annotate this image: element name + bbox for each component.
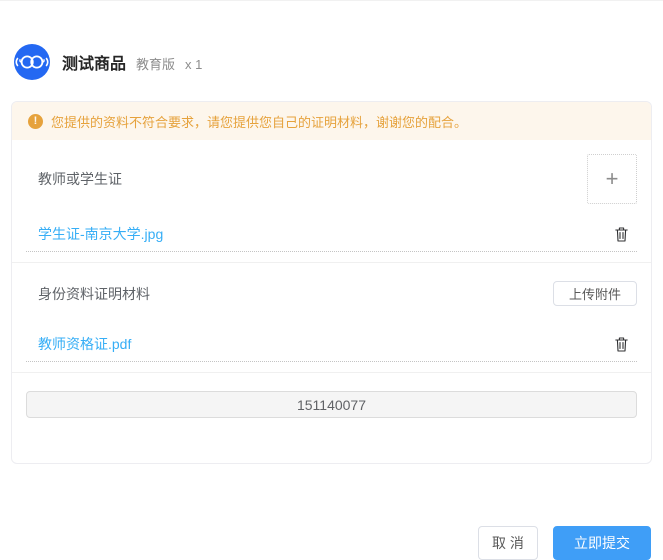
upload-row: 教师或学生证 + bbox=[26, 140, 637, 214]
exclamation-circle-icon: ! bbox=[28, 113, 43, 129]
upload-attachment-button[interactable]: 上传附件 bbox=[552, 281, 637, 306]
section-account-number bbox=[12, 373, 651, 463]
trash-icon bbox=[615, 336, 628, 352]
delete-file-button[interactable] bbox=[611, 335, 632, 354]
file-row: 学生证-南京大学.jpg bbox=[26, 214, 637, 252]
product-quantity: x 1 bbox=[185, 57, 203, 72]
product-title: 测试商品 bbox=[62, 56, 127, 73]
footer-actions: 取 消 立即提交 bbox=[0, 526, 663, 560]
upload-row: 身份资料证明材料 上传附件 bbox=[26, 263, 637, 324]
product-edition: 教育版 bbox=[136, 57, 176, 72]
warning-alert: ! 您提供的资料不符合要求，请您提供您自己的证明材料，谢谢您的配合。 bbox=[12, 102, 651, 140]
product-header: 测试商品 教育版 x 1 bbox=[13, 43, 649, 81]
submit-button[interactable]: 立即提交 bbox=[553, 526, 651, 560]
field-label-teacher-student-id: 教师或学生证 bbox=[38, 171, 122, 187]
plus-icon: + bbox=[605, 166, 619, 191]
delete-file-button[interactable] bbox=[611, 225, 632, 244]
file-link-student-id[interactable]: 学生证-南京大学.jpg bbox=[26, 224, 163, 244]
app-logo-icon bbox=[14, 44, 50, 80]
add-file-button[interactable]: + bbox=[587, 154, 637, 204]
account-number-input[interactable] bbox=[26, 391, 637, 418]
section-identity-proof: 身份资料证明材料 上传附件 教师资格证.pdf bbox=[12, 263, 651, 373]
field-label-identity-proof: 身份资料证明材料 bbox=[38, 285, 150, 302]
file-link-teacher-cert[interactable]: 教师资格证.pdf bbox=[26, 334, 131, 354]
order-detail-card: ! 您提供的资料不符合要求，请您提供您自己的证明材料，谢谢您的配合。 教师或学生… bbox=[11, 101, 652, 464]
cancel-button[interactable]: 取 消 bbox=[478, 526, 538, 560]
section-teacher-student-id: 教师或学生证 + 学生证-南京大学.jpg bbox=[12, 140, 651, 263]
file-row: 教师资格证.pdf bbox=[26, 324, 637, 362]
warning-alert-text: 您提供的资料不符合要求，请您提供您自己的证明材料，谢谢您的配合。 bbox=[51, 114, 468, 130]
trash-icon bbox=[615, 226, 628, 242]
